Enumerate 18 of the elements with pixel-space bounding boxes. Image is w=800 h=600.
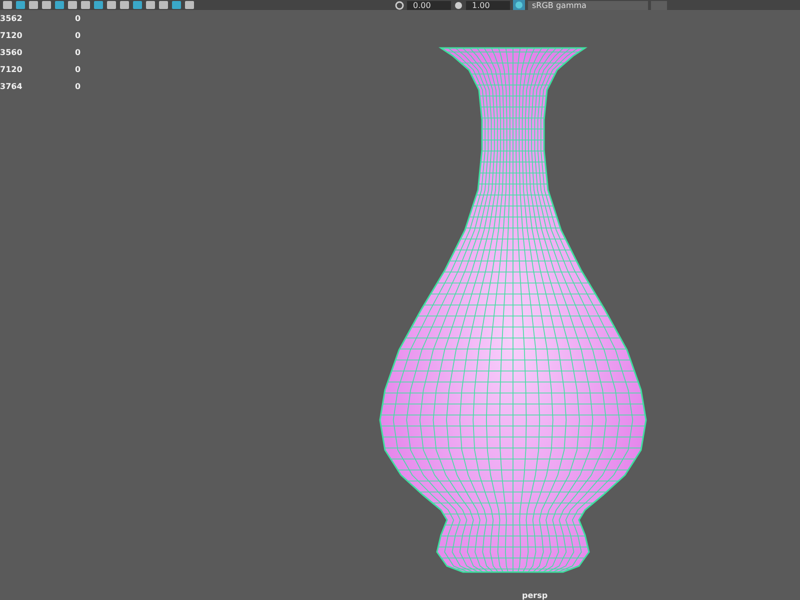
color-space-dropdown[interactable]: sRGB gamma xyxy=(528,0,648,10)
color-management-icon[interactable] xyxy=(513,0,525,10)
stat-value: 0 xyxy=(75,82,82,91)
stat-value: 3764 xyxy=(0,82,24,91)
gamma-field[interactable]: 1.00 xyxy=(466,0,510,10)
square-icon[interactable] xyxy=(132,0,143,10)
stat-value: 7120 xyxy=(0,65,24,74)
stat-value: 0 xyxy=(75,31,82,40)
camera-label: persp xyxy=(522,591,548,600)
stat-value: 7120 xyxy=(0,31,24,40)
exposure-field[interactable]: 0.00 xyxy=(407,0,451,10)
gamma-icon[interactable] xyxy=(454,0,463,10)
stat-value: 0 xyxy=(75,14,82,23)
aperture-icon[interactable] xyxy=(395,0,404,10)
stat-value: 0 xyxy=(75,48,82,57)
stat-value: 0 xyxy=(75,65,82,74)
stat-value: 3562 xyxy=(0,14,24,23)
stat-value: 3560 xyxy=(0,48,24,57)
